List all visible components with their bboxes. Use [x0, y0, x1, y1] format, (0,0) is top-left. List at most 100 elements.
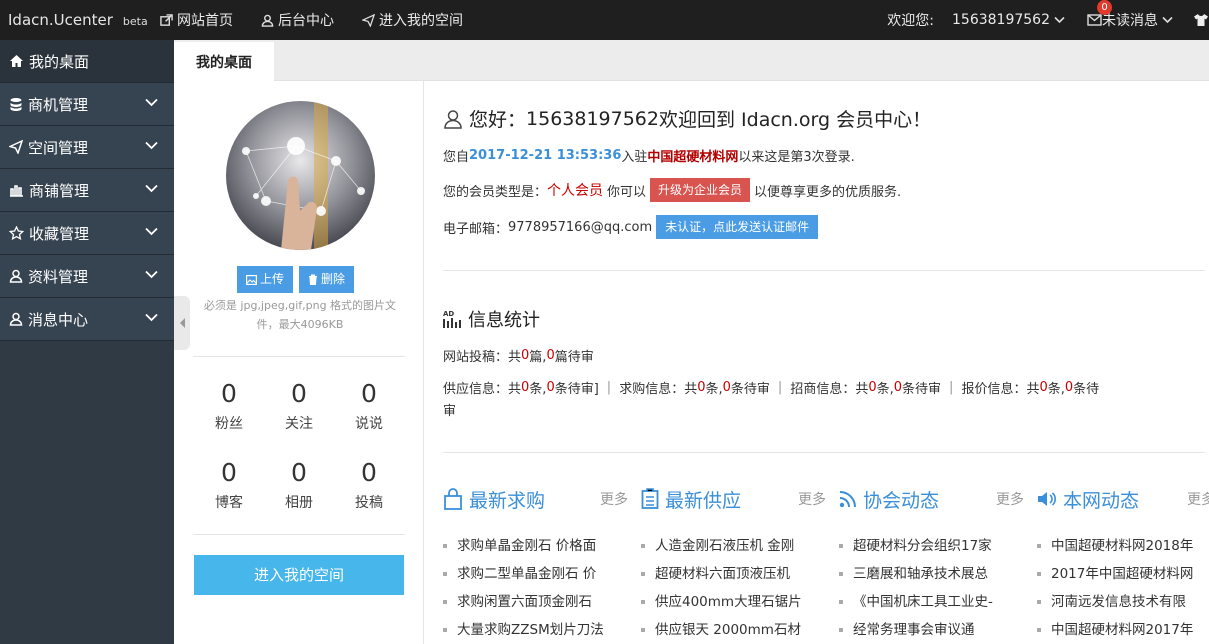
sidebar-item-desktop[interactable]: 我的桌面: [0, 40, 174, 83]
list-item[interactable]: 求购闲置六面顶金刚石: [443, 588, 640, 616]
news-item-text: 中国超硬材料网2017年: [1051, 622, 1194, 638]
upload-label: 上传: [260, 272, 285, 286]
list-item[interactable]: 2017年中国超硬材料网: [1037, 560, 1209, 588]
news-column-site: 本网动态 更多 中国超硬材料网2018年 2017年中国超硬材料网 河南远发信息…: [1037, 486, 1209, 644]
ad-chart-icon: AD: [443, 310, 461, 328]
nav-home-link[interactable]: 网站首页: [160, 10, 233, 30]
news-item-text: 河南远发信息技术有限: [1051, 594, 1186, 610]
greeting-heading: 您好： 15638197562 欢迎回到 Idacn.org 会员中心！: [443, 105, 931, 132]
news-list: 人造金刚石液压机 金刚 超硬材料六面顶液压机 供应400mm大理石锯片 供应银天…: [641, 532, 838, 644]
upgrade-button[interactable]: 升级为企业会员: [650, 178, 751, 202]
more-link[interactable]: 更多: [798, 489, 826, 509]
list-item[interactable]: 求购二型单晶金刚石 价: [443, 560, 640, 588]
nav-home-label: 网站首页: [177, 13, 233, 29]
news-title[interactable]: 本网动态: [1063, 486, 1139, 513]
bullet: [641, 600, 645, 604]
divider: [193, 356, 405, 357]
divider: [443, 452, 1205, 453]
stat-following[interactable]: 0 关注: [264, 377, 334, 433]
verify-email-button[interactable]: 未认证，点此发送认证邮件: [656, 215, 819, 239]
user-icon: [9, 269, 23, 283]
news-title[interactable]: 最新求购: [469, 486, 545, 513]
sidebar-item-business[interactable]: 商机管理: [0, 83, 174, 126]
stat-text: 条,: [705, 382, 723, 397]
news-item-text: 供应400mm大理石锯片: [655, 594, 802, 610]
list-item[interactable]: 供应银天 2000mm石材: [641, 616, 838, 644]
news-title[interactable]: 最新供应: [665, 486, 741, 513]
stat-num: 0: [361, 458, 377, 487]
news-title[interactable]: 协会动态: [863, 486, 939, 513]
user-icon: [261, 14, 274, 27]
news-item-text: 经常务理事会审议通: [853, 622, 975, 638]
stat-posts[interactable]: 0 说说: [334, 377, 404, 433]
stat-count: 0: [1039, 380, 1048, 395]
upload-button[interactable]: 上传: [237, 266, 294, 293]
nav-space-link[interactable]: 进入我的空间: [362, 10, 463, 30]
sidebar-collapse-handle[interactable]: [174, 296, 190, 350]
home-icon: [10, 55, 23, 67]
top-right: 欢迎您: 15638197562 0 未读消息: [887, 0, 1209, 40]
stat-text: 求购信息：共: [619, 382, 698, 397]
nav-space-label: 进入我的空间: [379, 13, 463, 29]
list-item[interactable]: 《中国机床工具工业史-: [839, 588, 1036, 616]
list-item[interactable]: 求购单晶金刚石 价格面: [443, 532, 640, 560]
more-link[interactable]: 更多: [996, 489, 1024, 509]
sidebar-item-favorites[interactable]: 收藏管理: [0, 212, 174, 255]
delete-button[interactable]: 删除: [299, 266, 355, 293]
chevron-down-icon: [145, 184, 158, 193]
list-item[interactable]: 中国超硬材料网2018年: [1037, 532, 1209, 560]
stat-count: 0: [546, 348, 555, 363]
stat-line-info: 供应信息：共 0 条, 0 条待审] | 求购信息：共 0 条, 0 条待审 |…: [443, 378, 1099, 397]
list-item[interactable]: 经常务理事会审议通: [839, 616, 1036, 644]
list-item[interactable]: 超硬材料分会组织17家: [839, 532, 1036, 560]
news-item-text: 求购单晶金刚石 价格面: [457, 538, 597, 554]
member-type: 个人会员: [547, 183, 604, 199]
avatar[interactable]: [226, 101, 375, 250]
separator: |: [777, 380, 783, 395]
list-item[interactable]: 人造金刚石液压机 金刚: [641, 532, 838, 560]
news-column-association: 协会动态 更多 超硬材料分会组织17家 三磨展和轴承技术展总 《中国机床工具工业…: [839, 486, 1036, 644]
star-icon: [9, 226, 24, 240]
greeting-user: 15638197562: [526, 107, 659, 130]
stat-label: 说说: [355, 416, 383, 432]
stat-text: 供应信息：共: [443, 382, 522, 397]
tab-desktop[interactable]: 我的桌面: [174, 40, 274, 81]
messages-menu[interactable]: 0 未读消息: [1087, 0, 1173, 30]
sidebar-item-shop[interactable]: 商铺管理: [0, 169, 174, 212]
login-text: 入驻: [621, 150, 648, 165]
more-link[interactable]: 更多: [1187, 489, 1209, 509]
brand[interactable]: Idacn.Ucenter beta: [0, 11, 160, 29]
news-item-text: 三磨展和轴承技术展总: [853, 566, 988, 582]
stat-num: 0: [291, 379, 307, 408]
bullet: [1037, 572, 1041, 576]
user-menu[interactable]: 15638197562: [952, 12, 1065, 28]
bullet: [1037, 544, 1041, 548]
sidebar-item-profile[interactable]: 资料管理: [0, 255, 174, 298]
news-item-text: 大量求购ZZSM划片刀法: [457, 622, 604, 638]
list-item[interactable]: 大量求购ZZSM划片刀法: [443, 616, 640, 644]
chevron-down-icon: [145, 98, 158, 107]
sidebar-item-space[interactable]: 空间管理: [0, 126, 174, 169]
list-item[interactable]: 三磨展和轴承技术展总: [839, 560, 1036, 588]
enter-space-button[interactable]: 进入我的空间: [194, 555, 404, 595]
stat-text: 招商信息：共: [790, 382, 869, 397]
stat-text: 条待审: [730, 382, 770, 397]
stat-text: 条,: [529, 382, 547, 397]
bullet: [839, 628, 843, 632]
more-link[interactable]: 更多: [600, 489, 628, 509]
stat-album[interactable]: 0 相册: [264, 456, 334, 512]
sidebar-item-messages[interactable]: 消息中心: [0, 298, 174, 341]
stat-fans[interactable]: 0 粉丝: [194, 377, 264, 433]
nav-admin-link[interactable]: 后台中心: [261, 10, 334, 30]
stat-label: 投稿: [355, 495, 383, 511]
list-item[interactable]: 供应400mm大理石锯片: [641, 588, 838, 616]
stat-blog[interactable]: 0 博客: [194, 456, 264, 512]
list-item[interactable]: 河南远发信息技术有限: [1037, 588, 1209, 616]
bullet: [641, 544, 645, 548]
list-item[interactable]: 超硬材料六面顶液压机: [641, 560, 838, 588]
stat-submissions[interactable]: 0 投稿: [334, 456, 404, 512]
news-item-text: 超硬材料分会组织17家: [853, 538, 992, 554]
news-item-text: 供应银天 2000mm石材: [655, 622, 801, 638]
shirt-icon[interactable]: [1193, 13, 1209, 27]
list-item[interactable]: 中国超硬材料网2017年: [1037, 616, 1209, 644]
